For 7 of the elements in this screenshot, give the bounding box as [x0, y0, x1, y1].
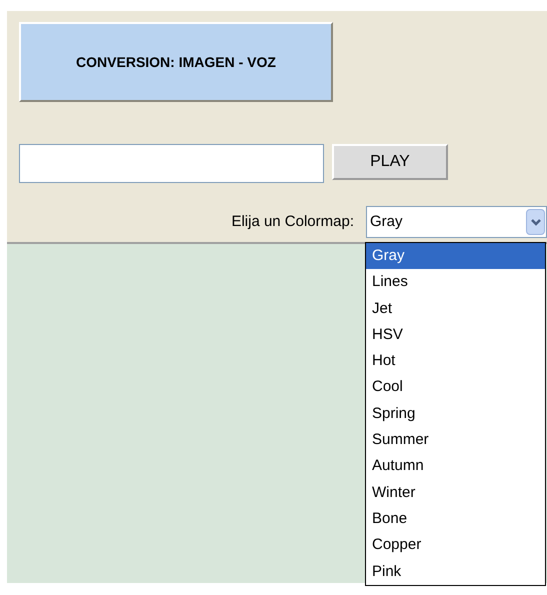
play-button[interactable]: PLAY: [332, 144, 448, 180]
colormap-select[interactable]: Gray: [366, 206, 547, 238]
colormap-label: Elija un Colormap:: [231, 212, 354, 232]
title-button[interactable]: CONVERSION: IMAGEN - VOZ: [19, 22, 333, 102]
selected-value: Gray: [370, 212, 403, 232]
dropdown-option[interactable]: Gray: [366, 243, 545, 270]
text-field[interactable]: [19, 144, 324, 183]
